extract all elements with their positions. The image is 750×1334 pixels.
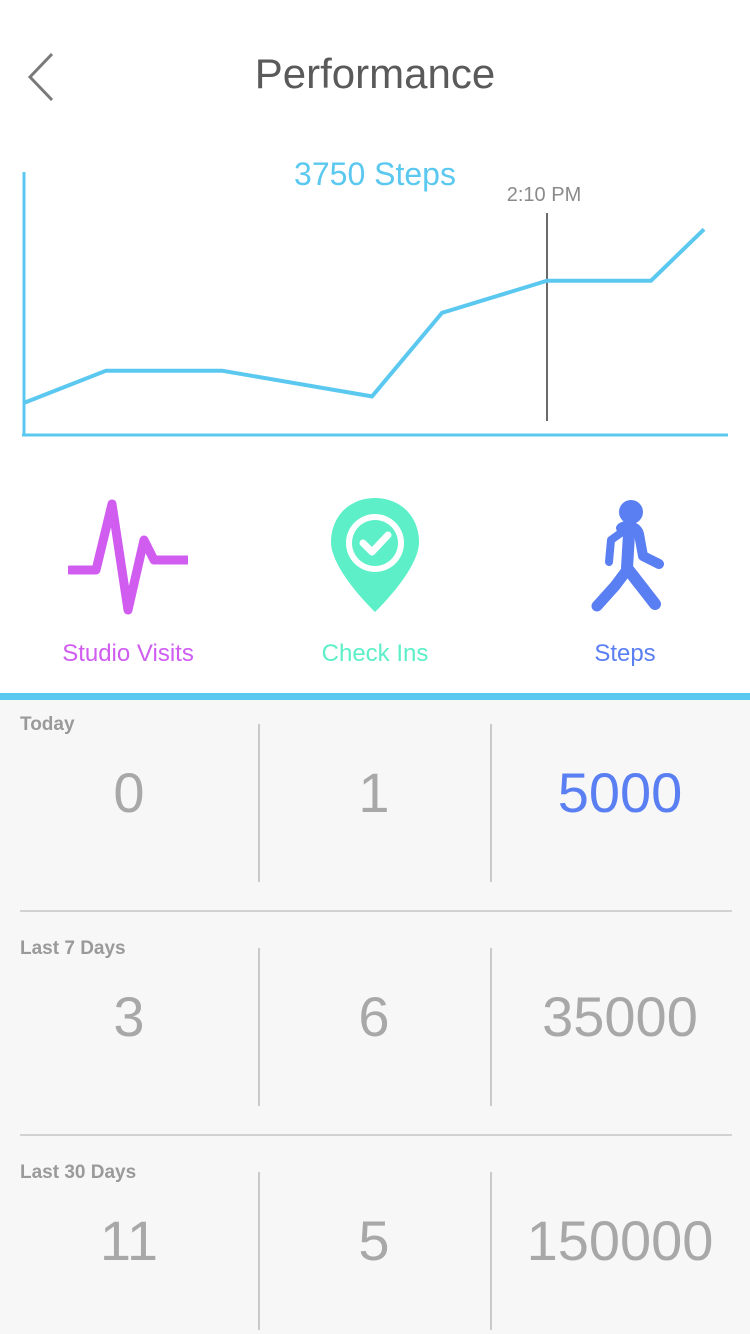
tab-label: Steps (594, 640, 656, 667)
time-marker-label: 2:10 PM (506, 184, 582, 206)
section-label: Last 7 Days (20, 938, 126, 959)
check-ins-value: 6 (358, 985, 390, 1048)
row-divider (20, 1134, 732, 1136)
tab-label: Studio Visits (62, 640, 194, 667)
page-title: Performance (254, 50, 496, 97)
steps-chart: 3750 Steps 2:10 PM (0, 140, 750, 450)
location-check-icon (331, 498, 419, 612)
tab-steps[interactable]: Steps (500, 485, 750, 685)
studio-visits-value: 11 (99, 1209, 159, 1272)
stats-row-last-7-days: Last 7 Days 3 6 35000 (0, 924, 750, 1148)
steps-value: 35000 (542, 985, 698, 1048)
stats-row-last-30-days: Last 30 Days 11 5 150000 (0, 1148, 750, 1334)
tab-check-ins[interactable]: Check Ins (250, 485, 500, 685)
chart-title: 3750 Steps (294, 156, 456, 192)
section-label: Today (20, 714, 75, 735)
walking-person-icon (591, 500, 664, 612)
category-tabs: Studio Visits Check Ins Steps (0, 485, 750, 685)
section-label: Last 30 Days (20, 1162, 137, 1183)
check-ins-value: 5 (358, 1209, 390, 1272)
stats-row-today: Today 0 1 5000 (0, 700, 750, 924)
tab-studio-visits[interactable]: Studio Visits (3, 485, 253, 685)
selected-tab-divider (0, 693, 750, 700)
steps-series-line (23, 227, 706, 405)
header: Performance (0, 0, 750, 150)
studio-visits-value: 3 (113, 985, 145, 1048)
steps-value: 150000 (526, 1209, 714, 1272)
row-divider (20, 910, 732, 912)
steps-value: 5000 (557, 761, 683, 824)
studio-visits-value: 0 (113, 761, 145, 824)
heartbeat-icon (68, 499, 188, 615)
tab-label: Check Ins (321, 640, 429, 667)
performance-screen: Performance 3750 Steps 2:10 PM Studio Vi… (0, 0, 750, 1334)
check-ins-value: 1 (358, 761, 390, 824)
